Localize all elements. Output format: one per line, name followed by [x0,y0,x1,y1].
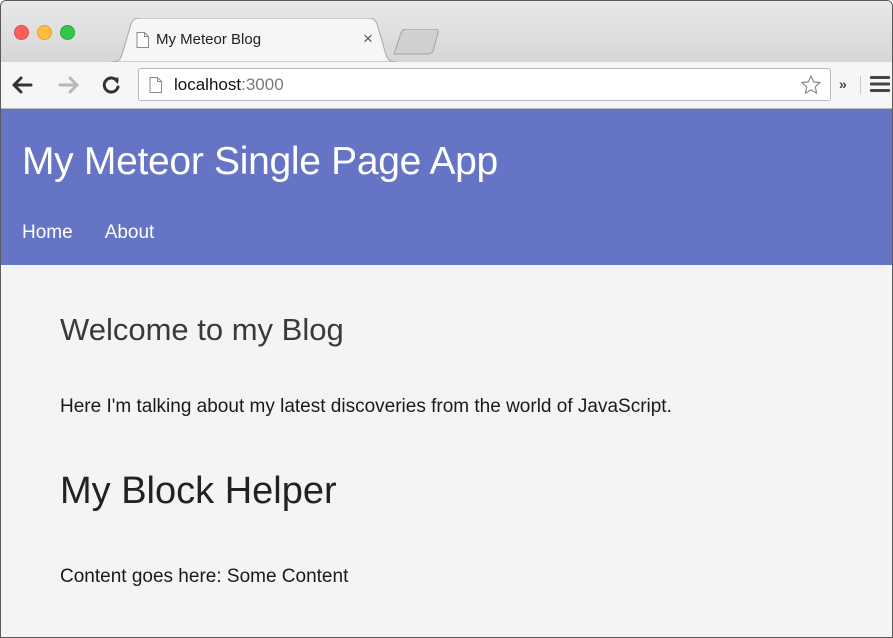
tab-title: My Meteor Blog [156,31,262,48]
intro-paragraph: Here I'm talking about my latest discove… [60,396,672,417]
url-host: localhost [174,75,242,94]
back-arrow-icon [12,76,33,94]
welcome-heading: Welcome to my Blog [60,312,344,347]
reload-button[interactable] [98,72,124,98]
minimize-window-icon[interactable] [37,25,52,40]
browser-window: My Meteor Blog × localhost:3000 » My Met… [0,0,893,638]
page-icon [149,77,162,98]
url-text: localhost:3000 [174,75,284,95]
maximize-window-icon[interactable] [60,25,75,40]
hamburger-menu-icon[interactable] [870,75,890,98]
browser-tab-active[interactable]: My Meteor Blog × [111,18,397,62]
browser-toolbar: localhost:3000 » [1,62,892,109]
new-tab-button[interactable] [393,28,441,60]
block-helper-heading: My Block Helper [60,470,337,512]
close-window-icon[interactable] [14,25,29,40]
forward-button[interactable] [56,72,82,98]
block-helper-content: Content goes here: Some Content [60,566,349,587]
nav-link-about[interactable]: About [105,222,155,244]
nav-link-home[interactable]: Home [22,222,73,244]
bookmark-star-icon[interactable] [800,74,822,101]
tab-strip: My Meteor Blog × [1,1,892,62]
app-nav: Home About [22,222,154,244]
toolbar-divider [860,76,861,94]
app-header: My Meteor Single Page App Home About [1,109,892,265]
back-button[interactable] [9,72,35,98]
extensions-overflow-button[interactable]: » [839,76,847,92]
page-viewport: My Meteor Single Page App Home About Wel… [1,109,892,637]
tab-close-icon[interactable]: × [363,29,373,49]
reload-icon [102,76,120,94]
forward-arrow-icon [58,76,79,94]
url-port: :3000 [241,75,284,94]
address-bar[interactable]: localhost:3000 [138,68,831,101]
app-title: My Meteor Single Page App [22,140,498,183]
